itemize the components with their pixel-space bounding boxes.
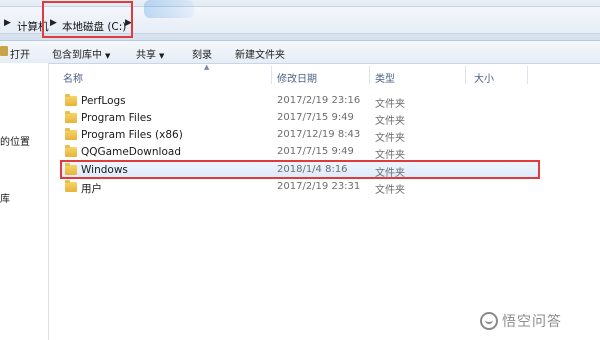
nav-item-recent-places[interactable]: 的位置 [0, 133, 30, 148]
file-type: 文件夹 [375, 116, 405, 127]
file-modified: 2017/7/15 9:49 [277, 112, 354, 123]
column-divider[interactable] [369, 66, 370, 84]
watermark-text: 悟空问答 [502, 314, 562, 330]
share-button[interactable]: 共享 ▼ [136, 46, 164, 61]
command-toolbar: 打开 包含到库中 ▼ 共享 ▼ 刻录 新建文件夹 [0, 41, 600, 64]
column-header-size[interactable]: 大小 [474, 70, 494, 85]
open-button[interactable]: 打开 [10, 46, 30, 61]
chevron-right-icon[interactable]: ▶ [4, 18, 11, 28]
file-name: Program Files [81, 112, 152, 124]
file-name: Program Files (x86) [81, 129, 183, 141]
watermark: 悟空问答 [480, 310, 592, 332]
file-modified: 2017/2/19 23:31 [277, 181, 361, 192]
file-row[interactable]: QQGameDownload 2017/7/15 9:49 文件夹 [62, 144, 538, 161]
folder-icon [65, 94, 77, 106]
folder-icon [65, 128, 77, 140]
file-name: QQGameDownload [81, 146, 181, 158]
column-header-modified[interactable]: 修改日期 [277, 70, 317, 85]
file-type: 文件夹 [375, 185, 405, 196]
file-row[interactable]: 用户 2017/2/19 23:31 文件夹 [62, 179, 538, 196]
include-in-library-button[interactable]: 包含到库中 ▼ [52, 46, 110, 61]
file-modified: 2017/2/19 23:16 [277, 95, 361, 106]
dropdown-arrow-icon: ▼ [105, 52, 111, 60]
file-row[interactable]: Program Files (x86) 2017/12/19 8:43 文件夹 [62, 127, 538, 144]
file-type: 文件夹 [375, 133, 405, 144]
new-folder-button[interactable]: 新建文件夹 [235, 46, 285, 61]
nav-item-libraries[interactable]: 库 [0, 190, 10, 205]
file-row[interactable]: PerfLogs 2017/2/19 23:16 文件夹 [62, 93, 538, 110]
column-divider[interactable] [465, 66, 466, 84]
open-icon [0, 46, 8, 56]
file-name: 用户 [81, 183, 102, 195]
column-header-row: ▲ 名称 修改日期 类型 大小 [49, 63, 600, 86]
window-decoration [144, 0, 194, 18]
column-header-name[interactable]: 名称 [63, 70, 83, 85]
file-type: 文件夹 [375, 99, 405, 110]
folder-icon [65, 145, 77, 157]
sort-ascending-icon: ▲ [204, 63, 210, 71]
file-row[interactable]: Program Files 2017/7/15 9:49 文件夹 [62, 110, 538, 127]
column-divider[interactable] [527, 66, 528, 84]
file-name: PerfLogs [81, 95, 126, 107]
column-header-type[interactable]: 类型 [375, 70, 395, 85]
share-label: 共享 [136, 50, 156, 61]
burn-button[interactable]: 刻录 [192, 46, 212, 61]
dropdown-arrow-icon: ▼ [159, 52, 165, 60]
file-modified: 2017/12/19 8:43 [277, 129, 361, 140]
navigation-pane: 的位置 库 [0, 63, 49, 340]
folder-icon [65, 111, 77, 123]
watermark-logo-icon [480, 312, 498, 330]
file-type: 文件夹 [375, 150, 405, 161]
selected-row-highlight-box [60, 160, 540, 179]
column-divider[interactable] [271, 66, 272, 84]
folder-icon [65, 180, 77, 192]
include-in-library-label: 包含到库中 [52, 50, 102, 61]
file-modified: 2017/7/15 9:49 [277, 146, 354, 157]
address-highlight-box [42, 1, 133, 38]
